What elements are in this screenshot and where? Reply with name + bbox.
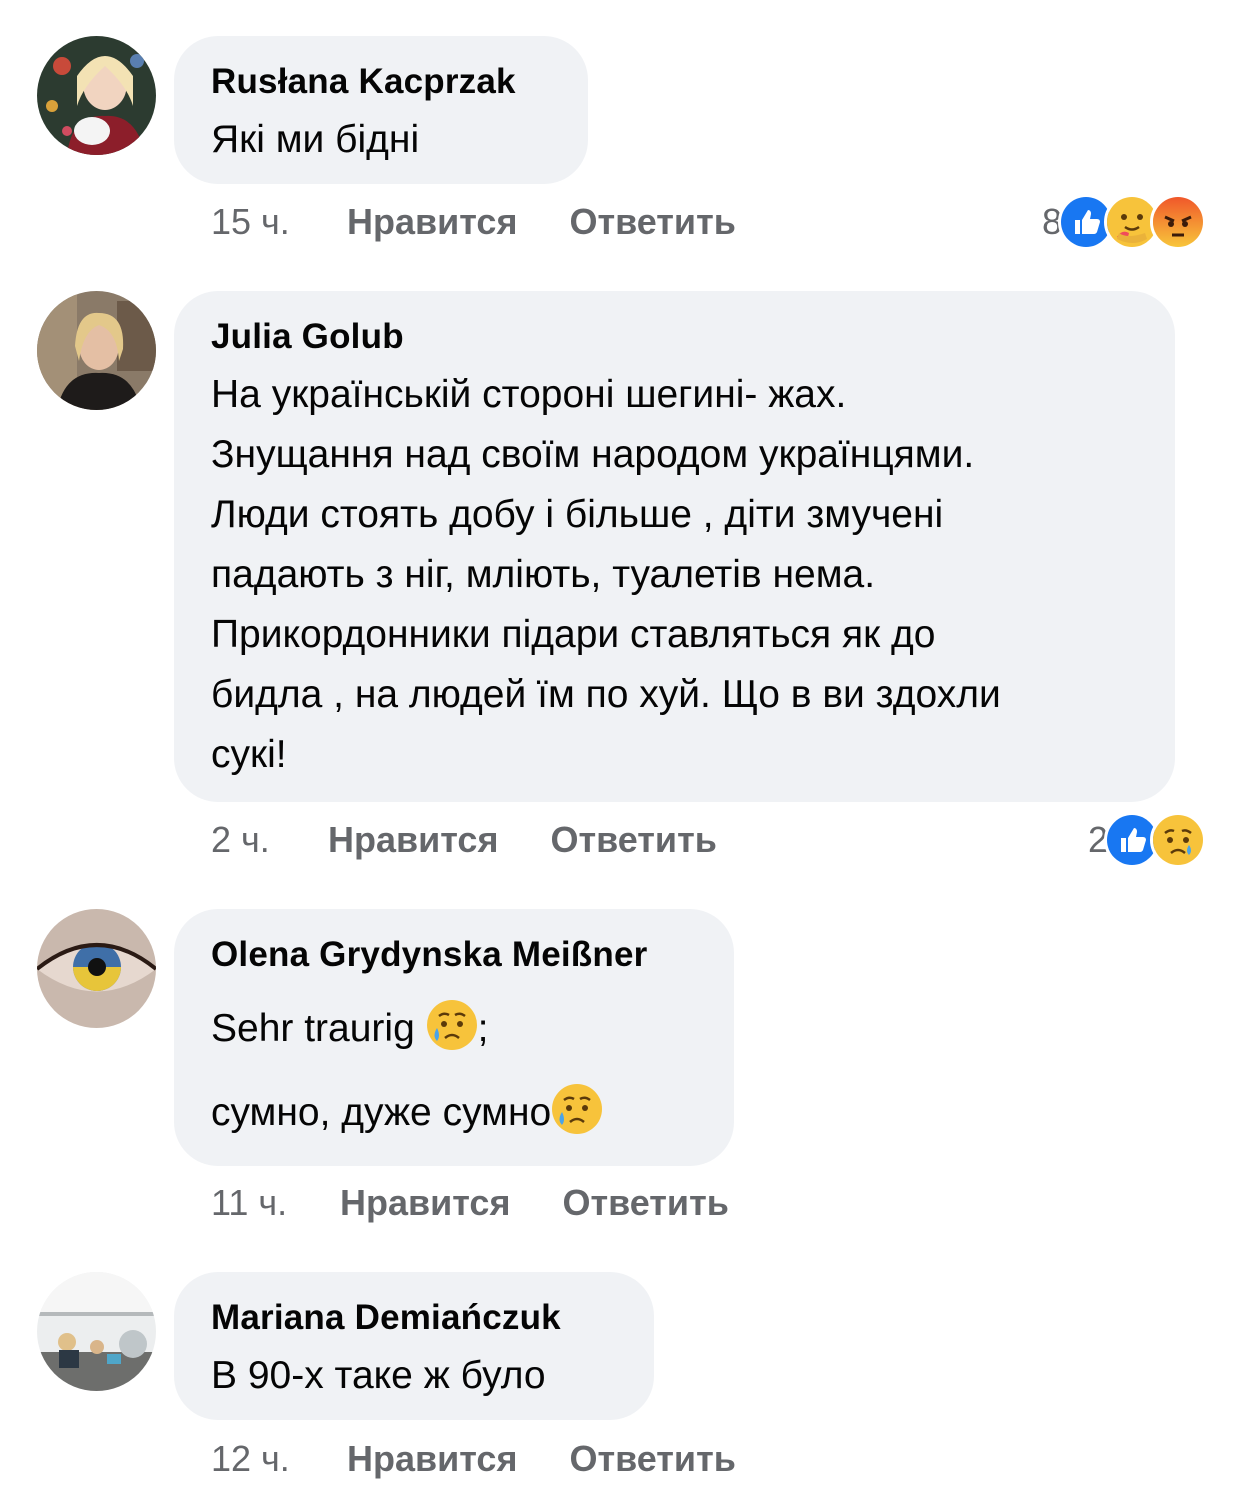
comment-actions: 12 ч. Нравится Ответить [211, 1434, 736, 1484]
like-button[interactable]: Нравится [347, 197, 517, 247]
timestamp[interactable]: 12 ч. [211, 1434, 347, 1484]
reply-button[interactable]: Ответить [562, 1178, 728, 1228]
author-name[interactable]: Olena Grydynska Meißner [211, 909, 698, 977]
comment-text-line: сукі! [211, 733, 287, 776]
comment-bubble: Rusłana Kacprzak Які ми бідні [174, 36, 588, 184]
reactions-summary[interactable]: 2 [1088, 812, 1206, 868]
comment-text: Sehr traurig [211, 1007, 426, 1050]
timestamp[interactable]: 15 ч. [211, 197, 347, 247]
comment-text-line: На українській стороні шегині- жах. [211, 373, 847, 416]
avatar[interactable] [37, 291, 156, 410]
sad-icon [1150, 812, 1206, 868]
like-button[interactable]: Нравится [340, 1178, 510, 1228]
reactions-summary[interactable]: 8 [1042, 194, 1206, 250]
author-name[interactable]: Julia Golub [211, 291, 1139, 359]
like-button[interactable]: Нравится [347, 1434, 517, 1484]
comment-text-line: Люди стоять добу і більше , діти змучені [211, 493, 944, 536]
comment-text-line: Sehr traurig ; [211, 999, 698, 1059]
comment-text: сумно, дуже сумно [211, 1091, 552, 1134]
comment-actions: 2 ч. Нравится Ответить [211, 815, 717, 865]
crying-face-icon [551, 1083, 603, 1135]
like-button[interactable]: Нравится [328, 815, 498, 865]
crying-face-icon [426, 999, 478, 1051]
comment-bubble: Mariana Demiańczuk В 90-х таке ж було [174, 1272, 654, 1420]
avatar[interactable] [37, 36, 156, 155]
comment-text-suffix: ; [477, 1007, 489, 1050]
reply-button[interactable]: Ответить [550, 815, 716, 865]
author-name[interactable]: Mariana Demiańczuk [211, 1272, 618, 1340]
angry-icon [1150, 194, 1206, 250]
comment-text-line: Прикордонники підари ставляться як до [211, 613, 936, 656]
comment-bubble: Julia Golub На українській стороні шегин… [174, 291, 1175, 802]
comment-text: Які ми бідні [211, 118, 420, 161]
avatar[interactable] [37, 909, 156, 1028]
comment-text-line: бидла , на людей їм по хуй. Що в ви здох… [211, 673, 1001, 716]
avatar[interactable] [37, 1272, 156, 1391]
comment-text-line: падають з ніг, мліють, туалетів нема. [211, 553, 876, 596]
reply-button[interactable]: Ответить [569, 1434, 735, 1484]
comment-actions: 15 ч. Нравится Ответить [211, 197, 736, 247]
author-name[interactable]: Rusłana Kacprzak [211, 36, 552, 104]
comment-text-line: Знущання над своїм народом українцями. [211, 433, 975, 476]
reply-button[interactable]: Ответить [569, 197, 735, 247]
timestamp[interactable]: 2 ч. [211, 815, 328, 865]
timestamp[interactable]: 11 ч. [211, 1178, 340, 1228]
comment-actions: 11 ч. Нравится Ответить [211, 1178, 729, 1228]
comment-bubble: Olena Grydynska Meißner Sehr traurig ; с… [174, 909, 734, 1166]
comment-text-line: сумно, дуже сумно [211, 1083, 698, 1143]
comment-text: В 90-х таке ж було [211, 1354, 546, 1397]
